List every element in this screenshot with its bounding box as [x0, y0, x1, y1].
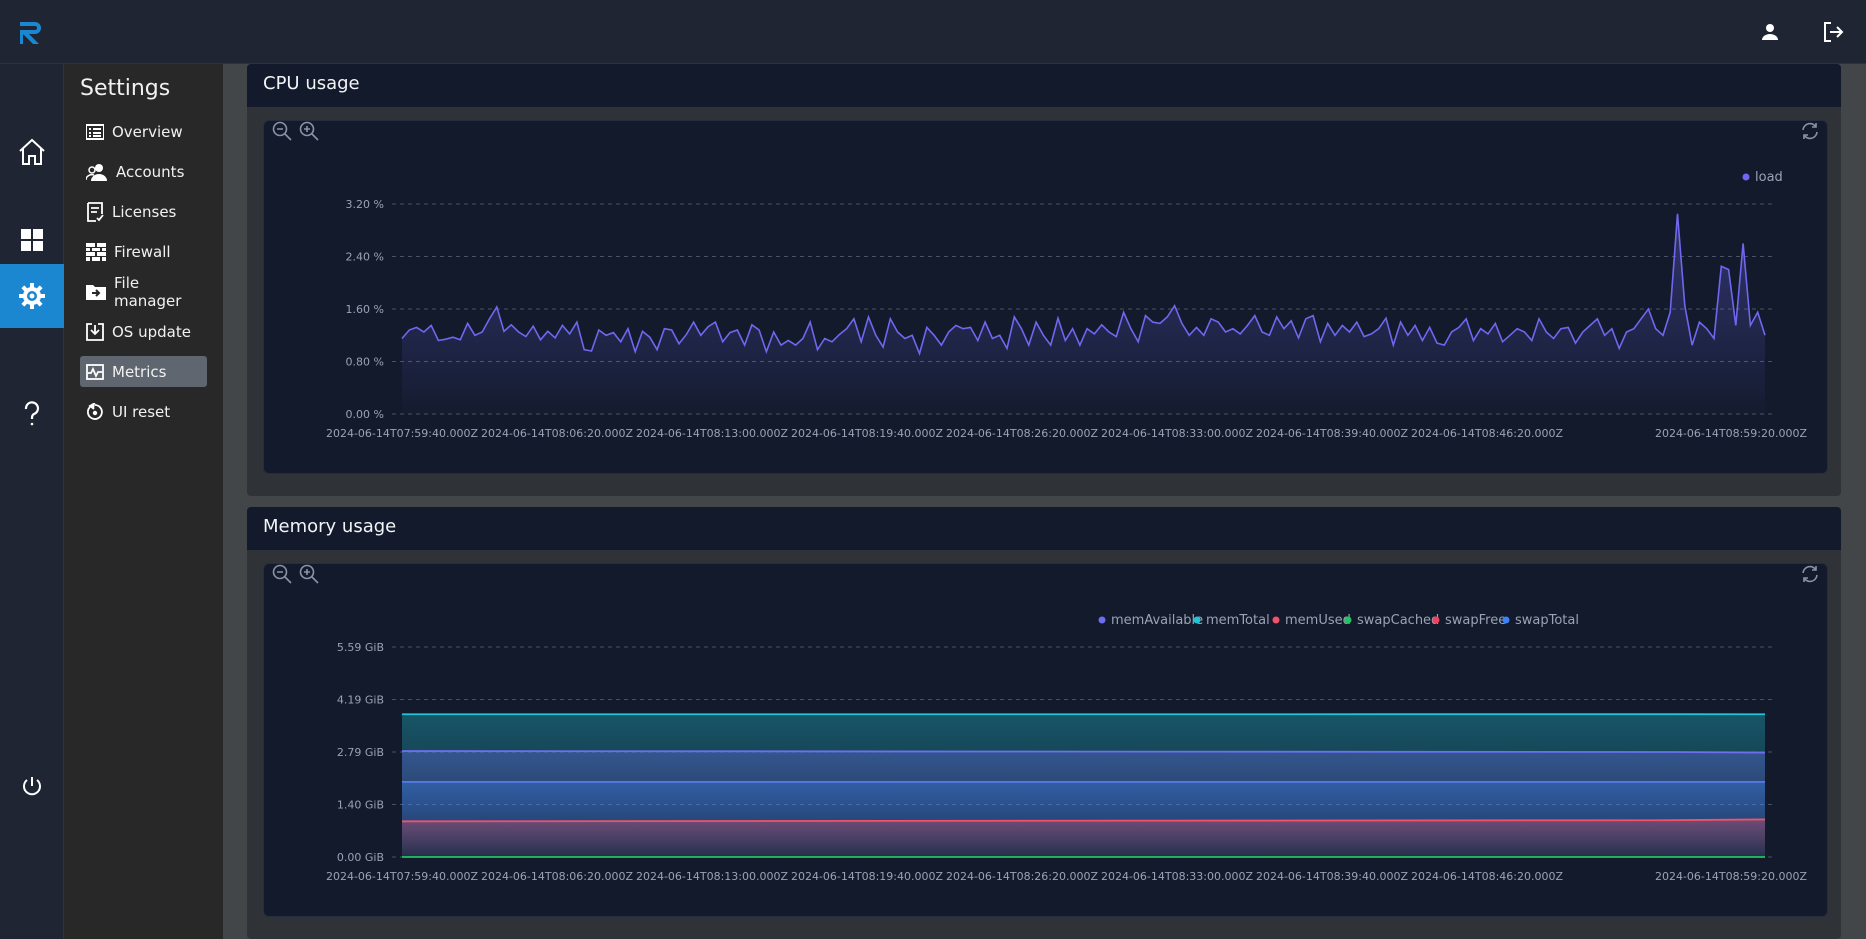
x-tick-label: 2024-06-14T08:39:40.000Z [1256, 427, 1409, 440]
legend-label-swapfree: swapFree [1445, 613, 1506, 628]
menu-label: File manager [114, 273, 182, 310]
legend-marker-swapcached [1344, 616, 1352, 624]
settings-title: Settings [80, 76, 171, 101]
x-tick-label: 2024-06-14T08:33:00.000Z [1101, 870, 1254, 883]
x-tick-label: 2024-06-14T08:13:00.000Z [636, 427, 789, 440]
menu-item-overview[interactable]: Overview [80, 116, 207, 147]
legend-marker-swaptotal [1502, 616, 1510, 624]
menu-label: Overview [112, 122, 183, 141]
legend-marker-memtotal [1193, 616, 1201, 624]
metrics-icon [86, 363, 104, 380]
area-memused [402, 819, 1765, 857]
menu-item-accounts[interactable]: Accounts [80, 156, 207, 187]
x-tick-label: 2024-06-14T07:59:40.000Z [326, 870, 479, 883]
memory-panel: Memory usage 0.00 GiB 1.40 GiB 2.79 GiB 4.1… [247, 507, 1841, 939]
legend-marker-memused [1272, 616, 1280, 624]
legend-label-memused: memUsed [1285, 613, 1351, 628]
x-tick-label: 2024-06-14T08:59:20.000Z [1655, 427, 1808, 440]
legend-marker-load [1742, 173, 1750, 181]
x-tick-label: 2024-06-14T08:46:20.000Z [1411, 870, 1564, 883]
menu-label: OS update [112, 322, 191, 341]
legend-marker-swapfree [1432, 616, 1440, 624]
legend-label-swaptotal: swapTotal [1515, 613, 1579, 628]
legend-label-memavailable: memAvailable [1111, 613, 1203, 628]
folder-icon [86, 284, 106, 300]
cpu-panel: CPU usage 0.00 % 0.80 % 1.60 % 2.40 % 3.20 %… [247, 64, 1841, 496]
menu-item-firewall[interactable]: Firewall [80, 236, 207, 267]
cpu-area [402, 213, 1765, 414]
panel-title: Memory usage [247, 507, 1841, 550]
home-icon[interactable] [0, 120, 64, 184]
x-tick-label: 2024-06-14T08:06:20.000Z [481, 427, 634, 440]
menu-item-licenses[interactable]: Licenses [80, 196, 207, 227]
x-tick-label: 2024-06-14T08:13:00.000Z [636, 870, 789, 883]
cpu-chart: 0.00 % 0.80 % 1.60 % 2.40 % 3.20 % 2024-06-14… [326, 170, 1808, 440]
menu-label: UI reset [112, 402, 171, 421]
y-tick-label: 1.40 GiB [337, 799, 384, 812]
x-tick-label: 2024-06-14T08:59:20.000Z [1655, 870, 1808, 883]
users-icon [86, 163, 107, 181]
license-icon [87, 201, 104, 222]
grid-icon[interactable] [0, 208, 64, 272]
x-tick-label: 2024-06-14T08:33:00.000Z [1101, 427, 1254, 440]
power-icon[interactable] [0, 754, 64, 818]
menu-item-os-update[interactable]: OS update [80, 316, 207, 347]
help-icon[interactable] [0, 382, 64, 446]
menu-label: Metrics [112, 362, 167, 381]
y-tick-label: 5.59 GiB [337, 641, 384, 654]
y-tick-label: 1.60 % [346, 303, 384, 316]
brand-logo-icon [20, 22, 41, 44]
memory-chart-container: 0.00 GiB 1.40 GiB 2.79 GiB 4.19 GiB 5.59 GiB… [263, 563, 1828, 917]
logout-icon[interactable] [1819, 18, 1847, 46]
x-tick-label: 2024-06-14T08:39:40.000Z [1256, 870, 1409, 883]
panel-title: CPU usage [247, 64, 1841, 107]
legend-label-load: load [1755, 170, 1783, 185]
x-tick-label: 2024-06-14T08:26:20.000Z [946, 427, 1099, 440]
x-tick-label: 2024-06-14T08:26:20.000Z [946, 870, 1099, 883]
gear-icon[interactable] [0, 264, 64, 328]
y-tick-label: 0.00 % [346, 408, 384, 421]
menu-item-metrics[interactable]: Metrics [80, 356, 207, 387]
reset-icon [87, 402, 103, 420]
menu-label: Firewall [114, 242, 171, 261]
y-tick-label: 3.20 % [346, 198, 384, 211]
x-tick-label: 2024-06-14T08:19:40.000Z [791, 427, 944, 440]
memory-chart: 0.00 GiB 1.40 GiB 2.79 GiB 4.19 GiB 5.59 GiB… [326, 613, 1808, 883]
menu-item-ui-reset[interactable]: UI reset [80, 396, 207, 427]
y-tick-label: 0.80 % [346, 356, 384, 369]
y-tick-label: 4.19 GiB [337, 694, 384, 707]
cpu-chart-container: 0.00 % 0.80 % 1.60 % 2.40 % 3.20 % 2024-06-14… [263, 120, 1828, 474]
user-icon[interactable] [1756, 18, 1784, 46]
download-icon [86, 322, 104, 341]
legend-marker-memavailable [1098, 616, 1106, 624]
settings-sidebar: Settings Overview Accounts Licenses Fire… [64, 64, 223, 939]
left-rail [0, 64, 64, 939]
x-tick-label: 2024-06-14T07:59:40.000Z [326, 427, 479, 440]
menu-item-file-manager[interactable]: File manager [80, 273, 207, 310]
firewall-icon [86, 242, 106, 261]
x-tick-label: 2024-06-14T08:19:40.000Z [791, 870, 944, 883]
top-bar [0, 0, 1866, 64]
x-tick-label: 2024-06-14T08:06:20.000Z [481, 870, 634, 883]
menu-label: Accounts [116, 162, 185, 181]
menu-label: Licenses [112, 202, 177, 221]
y-tick-label: 2.40 % [346, 251, 384, 264]
x-tick-label: 2024-06-14T08:46:20.000Z [1411, 427, 1564, 440]
y-tick-label: 2.79 GiB [337, 746, 384, 759]
list-icon [86, 123, 104, 140]
legend-label-memtotal: memTotal [1206, 613, 1270, 628]
legend-label-swapcached: swapCached [1357, 613, 1439, 628]
y-tick-label: 0.00 GiB [337, 851, 384, 864]
